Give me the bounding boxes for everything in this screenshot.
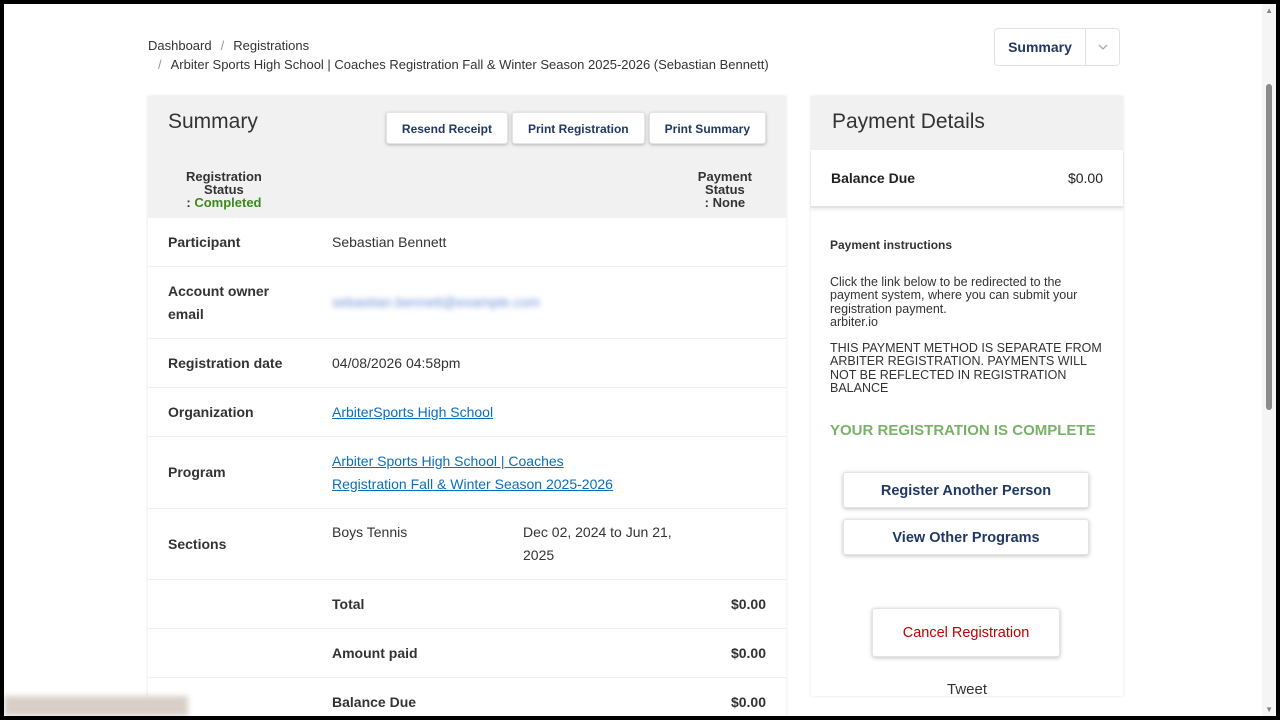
breadcrumb-separator: / <box>158 57 162 72</box>
registration-status-value: Completed <box>194 195 262 210</box>
program-link-line[interactable]: Registration Fall & Winter Season 2025-2… <box>332 473 613 496</box>
payment-status: Payment Status : None <box>698 170 752 209</box>
tweet-button[interactable]: Tweet <box>811 681 1123 698</box>
email-label-line: Account owner <box>168 282 270 299</box>
payment-instructions-text: Click the link below to be redirected to… <box>830 275 1112 408</box>
payment-status-value: : None <box>704 195 746 210</box>
organization-link[interactable]: ArbiterSports High School <box>332 401 493 424</box>
resend-receipt-button[interactable]: Resend Receipt <box>385 112 508 144</box>
payment-instructions-paragraph: Click the link below to be redirected to… <box>830 275 1078 316</box>
program-label: Program <box>168 464 226 480</box>
program-row: Program Arbiter Sports High School | Coa… <box>148 437 786 509</box>
print-summary-button[interactable]: Print Summary <box>648 112 766 144</box>
sections-row: Sections Boys Tennis Dec 02, 2024 to Jun… <box>148 509 786 580</box>
register-another-person-button[interactable]: Register Another Person <box>843 472 1089 508</box>
chevron-down-icon <box>1085 29 1119 65</box>
organization-label: Organization <box>168 403 254 420</box>
total-row: Total $0.00 <box>148 580 786 629</box>
payment-balance-row: Balance Due $0.00 <box>811 150 1123 208</box>
registration-date-value: 04/08/2026 04:58pm <box>332 354 461 371</box>
email-label: Account owner email <box>168 280 332 326</box>
summary-header: Summary Resend Receipt Print Registratio… <box>148 96 786 218</box>
registration-complete-banner: YOUR REGISTRATION IS COMPLETE <box>830 422 1096 439</box>
registration-status: Registration Status : Completed <box>186 170 262 209</box>
print-registration-button[interactable]: Print Registration <box>511 112 645 144</box>
scrollbar-thumb[interactable] <box>1266 84 1272 410</box>
amount-paid-value: $0.00 <box>730 645 766 661</box>
email-value: sebastian.bennett@example.com <box>332 294 540 310</box>
participant-row: Participant Sebastian Bennett <box>148 218 786 267</box>
breadcrumb-current: Arbiter Sports High School | Coaches Reg… <box>170 57 769 72</box>
section-dates: Dec 02, 2024 to Jun 21, 2025 <box>523 509 672 567</box>
breadcrumb-separator: / <box>220 38 225 53</box>
registration-date-label: Registration date <box>168 354 283 371</box>
payment-instructions-warning: THIS PAYMENT METHOD IS SEPARATE FROM ARB… <box>830 341 1102 396</box>
breadcrumb: Dashboard / Registrations / Arbiter Sports … <box>148 36 769 74</box>
payment-details-card: Payment Details Balance Due $0.00 Paymen… <box>811 96 1123 698</box>
cancel-registration-button[interactable]: Cancel Registration <box>872 608 1060 657</box>
view-other-programs-button[interactable]: View Other Programs <box>843 519 1089 555</box>
email-row: Account owner email sebastian.bennett@ex… <box>148 267 786 339</box>
summary-title: Summary <box>168 110 258 133</box>
section-dates-line: 2025 <box>523 547 555 563</box>
payment-balance-label: Balance Due <box>831 170 916 186</box>
registration-date-row: Registration date 04/08/2026 04:58pm <box>148 339 786 388</box>
program-link[interactable]: Arbiter Sports High School | Coaches Reg… <box>332 450 613 496</box>
participant-label: Participant <box>168 233 241 250</box>
total-value: $0.00 <box>730 596 766 612</box>
breadcrumb-dashboard[interactable]: Dashboard <box>148 38 212 53</box>
sections-label: Sections <box>168 535 227 552</box>
scroll-down-arrow-icon[interactable]: ▼ <box>1265 705 1273 714</box>
amount-paid-label: Amount paid <box>332 645 418 661</box>
scroll-up-arrow-icon[interactable]: ▲ <box>1265 6 1273 15</box>
view-select-value: Summary <box>1008 39 1072 55</box>
amount-paid-row: Amount paid $0.00 <box>148 629 786 678</box>
balance-due-value: $0.00 <box>730 694 766 710</box>
section-name: Boys Tennis <box>332 524 408 540</box>
payment-instructions-link[interactable]: arbiter.io <box>830 315 878 329</box>
balance-due-label: Balance Due <box>332 694 417 710</box>
program-link-line[interactable]: Arbiter Sports High School | Coaches <box>332 450 613 473</box>
payment-instructions-title: Payment instructions <box>830 238 953 252</box>
scrollbar[interactable]: ▲ ▼ <box>1262 4 1276 716</box>
section-dates-line: Dec 02, 2024 to Jun 21, <box>523 524 672 540</box>
summary-card: Summary Resend Receipt Print Registratio… <box>148 96 786 716</box>
balance-due-row: Balance Due $0.00 <box>148 678 786 716</box>
participant-value: Sebastian Bennett <box>332 233 447 250</box>
summary-actions: Resend Receipt Print Registration Print … <box>385 112 766 144</box>
organization-row: Organization ArbiterSports High School <box>148 388 786 437</box>
payment-details-title: Payment Details <box>811 96 1123 150</box>
page: Dashboard / Registrations / Arbiter Sports … <box>4 4 1276 716</box>
view-select[interactable]: Summary <box>994 28 1120 66</box>
email-label-line: email <box>168 305 204 322</box>
payment-balance-value: $0.00 <box>1067 170 1103 186</box>
total-label: Total <box>332 596 365 612</box>
redacted-region <box>4 696 188 716</box>
breadcrumb-registrations[interactable]: Registrations <box>233 38 309 53</box>
